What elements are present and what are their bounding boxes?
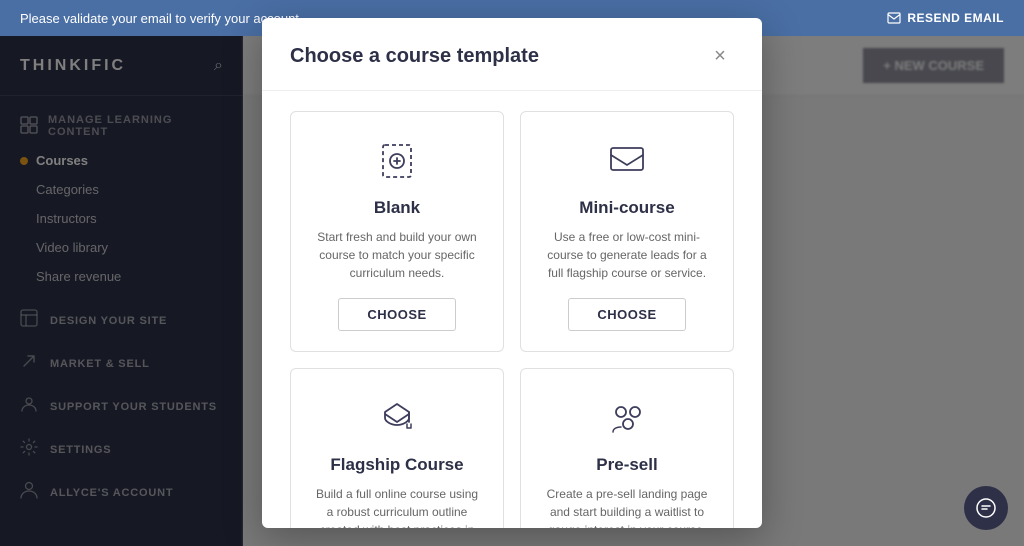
template-card-flagship: Flagship Course Build a full online cour… [290,368,504,528]
chat-bubble-button[interactable] [964,486,1008,530]
choose-mini-course-button[interactable]: CHOOSE [568,298,685,331]
chat-icon [975,497,997,519]
pre-sell-template-desc: Create a pre-sell landing page and start… [541,485,713,528]
notification-text: Please validate your email to verify you… [20,11,299,26]
flagship-template-icon [375,393,419,443]
mini-course-template-desc: Use a free or low-cost mini-course to ge… [541,228,713,282]
mail-icon [887,12,901,24]
pre-sell-template-icon [605,393,649,443]
modal-header: Choose a course template × [262,18,762,91]
blank-template-desc: Start fresh and build your own course to… [311,228,483,282]
blank-template-name: Blank [374,198,420,218]
modal-title: Choose a course template [290,45,539,68]
flagship-template-name: Flagship Course [330,455,463,475]
template-card-blank: Blank Start fresh and build your own cou… [290,111,504,352]
choose-blank-button[interactable]: CHOOSE [338,298,455,331]
template-grid: Blank Start fresh and build your own cou… [290,111,734,528]
mini-course-template-icon [605,136,649,186]
course-template-modal: Choose a course template × Blank Start f… [262,18,762,528]
resend-email-button[interactable]: RESEND EMAIL [887,11,1004,25]
template-card-pre-sell: Pre-sell Create a pre-sell landing page … [520,368,734,528]
modal-close-button[interactable]: × [706,42,734,70]
blank-template-icon [375,136,419,186]
modal-body: Blank Start fresh and build your own cou… [262,91,762,528]
pre-sell-template-name: Pre-sell [596,455,657,475]
mini-course-template-name: Mini-course [579,198,674,218]
flagship-template-desc: Build a full online course using a robus… [311,485,483,528]
template-card-mini-course: Mini-course Use a free or low-cost mini-… [520,111,734,352]
